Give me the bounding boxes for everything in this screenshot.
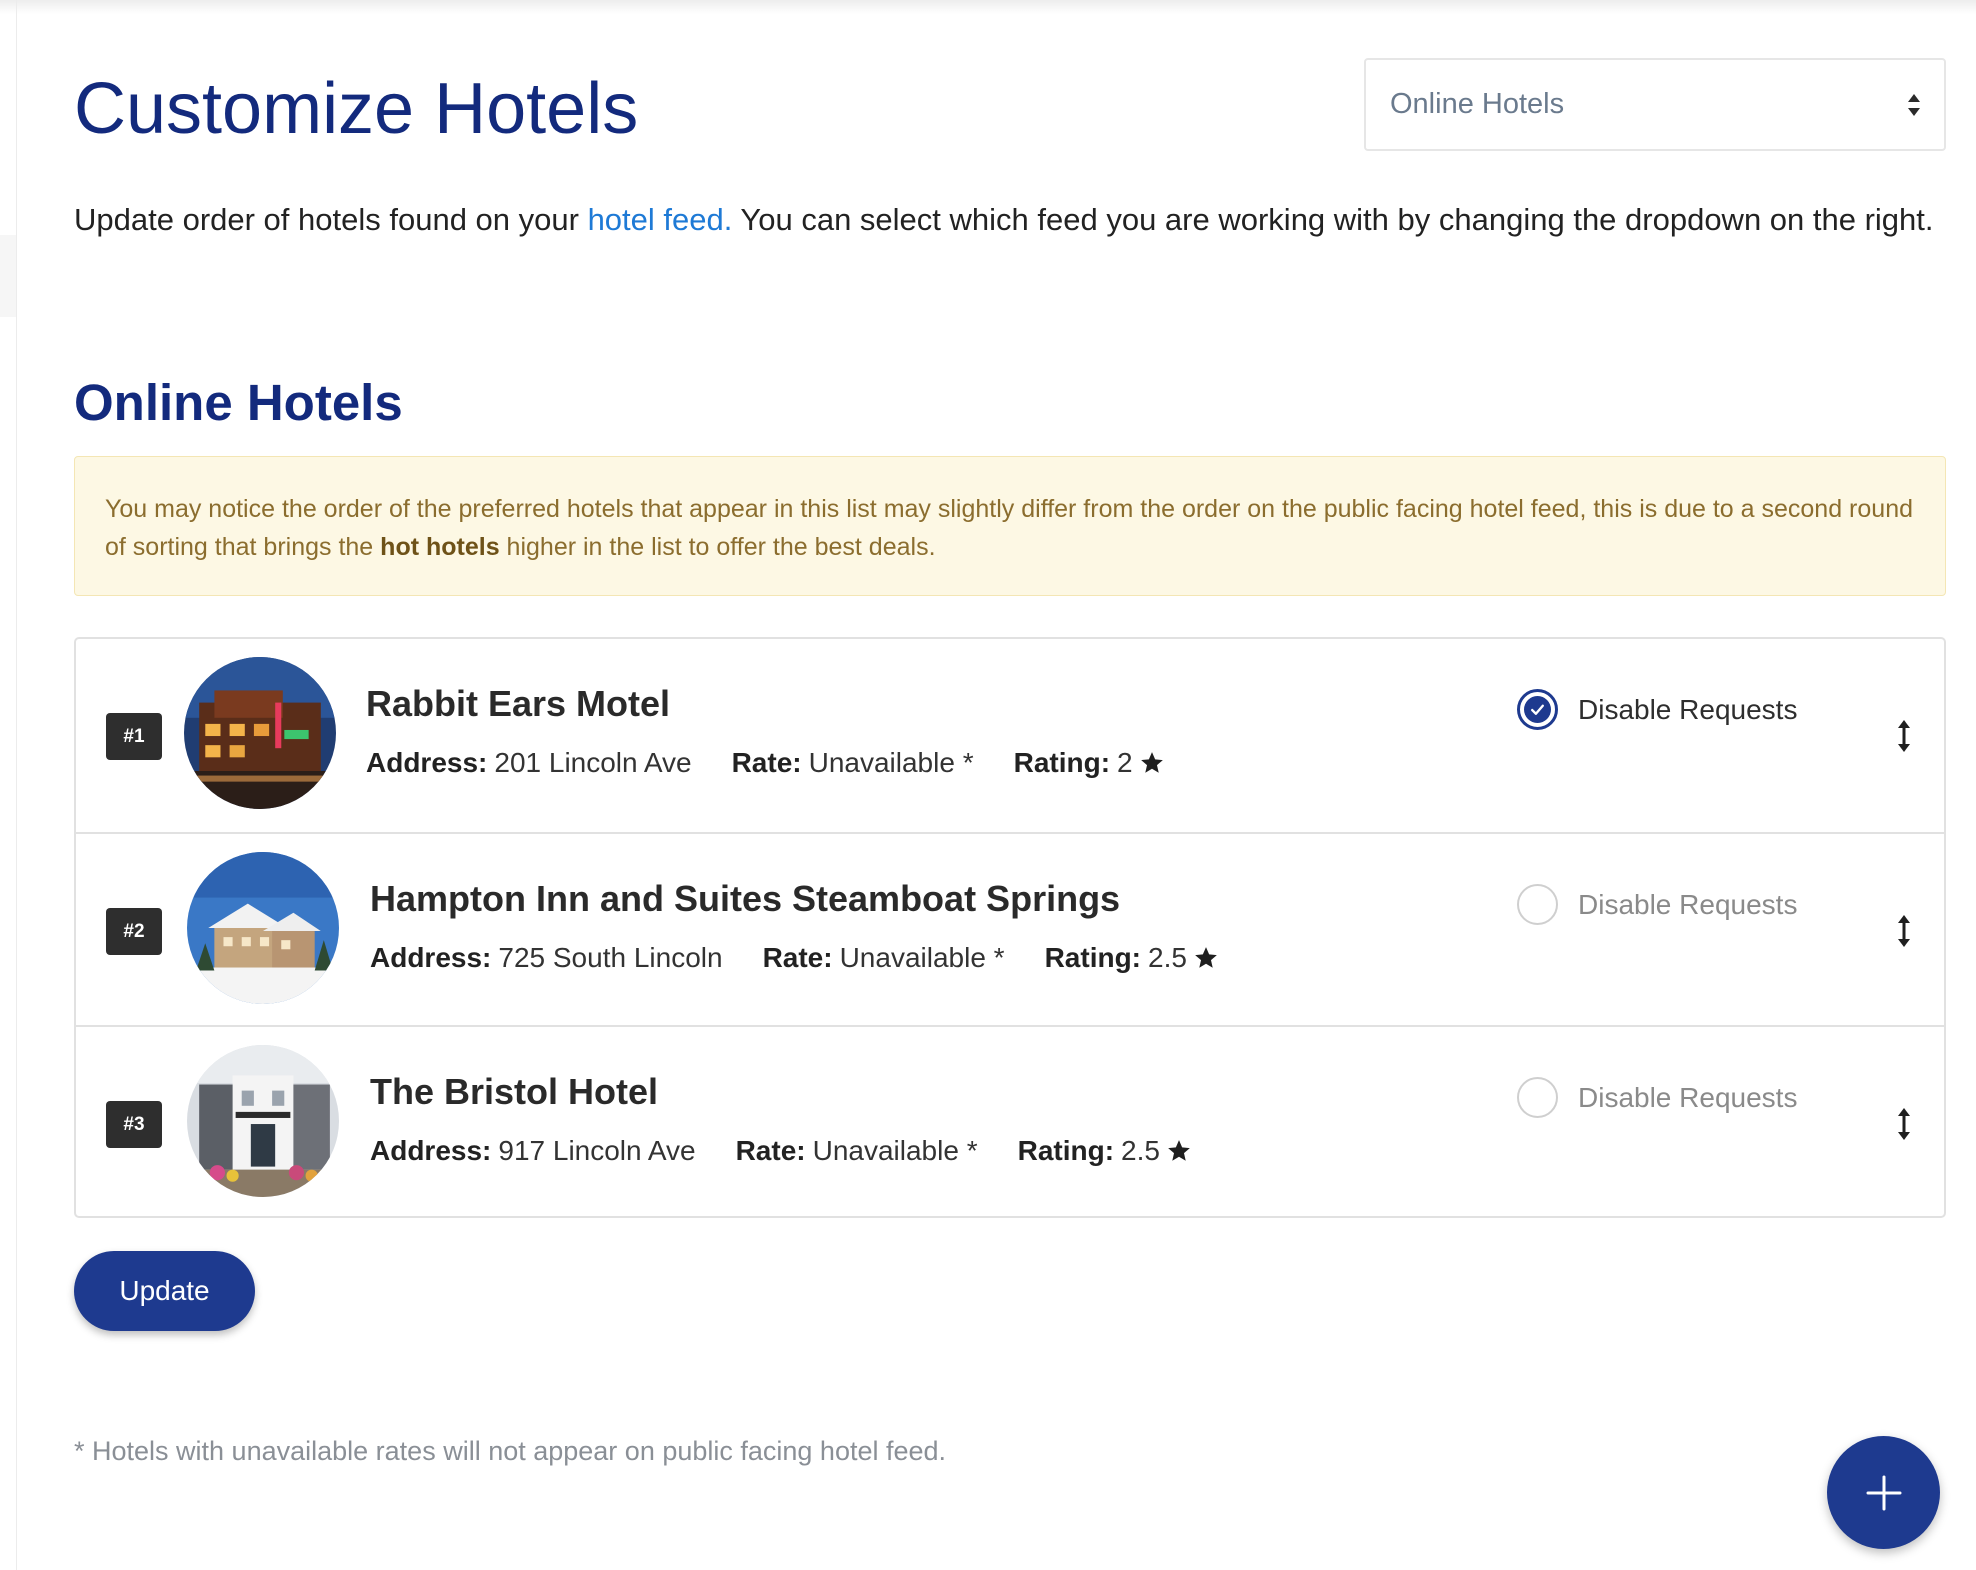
add-hotel-button[interactable] — [1827, 1436, 1940, 1549]
disable-requests-label: Disable Requests — [1578, 1081, 1798, 1113]
intro-text-end: You can select which feed you are workin… — [732, 202, 1934, 237]
disable-requests-radio[interactable] — [1517, 884, 1558, 925]
notice-bold: hot hotels — [380, 533, 500, 561]
address-field: Address: 917 Lincoln Ave — [370, 1135, 696, 1167]
top-shadow — [0, 0, 1976, 14]
address-value: 201 Lincoln Ave — [494, 747, 692, 778]
rating-value: 2.5 — [1121, 1135, 1160, 1166]
disable-requests-toggle[interactable]: Disable Requests — [1517, 884, 1797, 925]
intro-text-start: Update order of hotels found on your — [74, 202, 588, 237]
rating-value: 2.5 — [1148, 942, 1187, 973]
disable-requests-label: Disable Requests — [1578, 888, 1798, 920]
hotel-row: #1 Rabbit Ears Motel Address: 201 Lincoln… — [76, 639, 1944, 832]
rating-field: Rating: 2 — [1014, 747, 1165, 779]
address-label: Address: — [366, 747, 488, 778]
left-rail-tab[interactable] — [0, 235, 16, 317]
rate-value: Unavailable * — [812, 1135, 978, 1166]
address-field: Address: 201 Lincoln Ave — [366, 747, 692, 779]
rate-field: Rate: Unavailable * — [736, 1135, 978, 1167]
snowy-lodge-photo — [187, 852, 339, 1004]
hotel-name: Rabbit Ears Motel — [366, 683, 671, 724]
rating-field: Rating: 2.5 — [1045, 942, 1219, 974]
hotel-name: The Bristol Hotel — [370, 1071, 659, 1112]
rating-field: Rating: 2.5 — [1018, 1135, 1192, 1167]
section-title: Online Hotels — [74, 374, 403, 431]
disable-requests-toggle[interactable]: Disable Requests — [1517, 1077, 1797, 1118]
checkmark-icon — [1524, 696, 1551, 723]
star-icon — [1140, 752, 1163, 773]
disable-requests-radio[interactable] — [1517, 1077, 1558, 1118]
hotel-list: #1 Rabbit Ears Motel Address: 201 Lincoln… — [74, 637, 1946, 1218]
hotel-meta: Address: 725 South Lincoln Rate: Unavailab… — [370, 942, 1259, 974]
rating-label: Rating: — [1017, 1135, 1115, 1166]
rating-value: 2 — [1117, 747, 1133, 778]
hotel-meta: Address: 201 Lincoln Ave Rate: Unavailable… — [366, 747, 1205, 779]
feed-select[interactable]: Online Hotels — [1364, 58, 1946, 151]
rank-badge: #3 — [106, 1101, 162, 1148]
motel-night-photo — [184, 657, 336, 809]
rating-label: Rating: — [1044, 942, 1142, 973]
address-value: 917 Lincoln Ave — [498, 1135, 696, 1166]
rate-value: Unavailable * — [839, 942, 1005, 973]
star-icon — [1195, 947, 1217, 968]
rank-badge: #2 — [106, 908, 162, 955]
star-icon — [1168, 1140, 1190, 1161]
intro-text: Update order of hotels found on your hot… — [74, 192, 1954, 247]
rate-value: Unavailable * — [808, 747, 974, 778]
disable-requests-radio[interactable] — [1517, 689, 1558, 730]
disable-requests-toggle[interactable]: Disable Requests — [1517, 689, 1797, 730]
plus-icon — [1866, 1475, 1901, 1510]
hotel-row: #3 The Bristol Hotel Address: 917 Lincol… — [76, 1025, 1944, 1216]
address-label: Address: — [370, 1135, 492, 1166]
hotel-feed-link[interactable]: hotel feed. — [588, 202, 733, 237]
address-value: 725 South Lincoln — [498, 942, 723, 973]
notice-text-end: higher in the list to offer the best dea… — [499, 533, 936, 561]
sort-arrows-icon — [1908, 94, 1920, 116]
notice-text-start: You may notice the order of the preferre… — [105, 495, 1913, 561]
rate-field: Rate: Unavailable * — [732, 747, 974, 779]
drag-handle-icon[interactable] — [1896, 914, 1912, 948]
rate-label: Rate: — [762, 942, 833, 973]
address-label: Address: — [370, 942, 492, 973]
rate-field: Rate: Unavailable * — [763, 942, 1005, 974]
update-button[interactable]: Update — [74, 1251, 255, 1331]
rate-label: Rate: — [731, 747, 802, 778]
hotel-name: Hampton Inn and Suites Steamboat Springs — [370, 878, 1121, 919]
disable-requests-label: Disable Requests — [1578, 693, 1798, 725]
drag-handle-icon[interactable] — [1896, 719, 1912, 753]
footnote: * Hotels with unavailable rates will not… — [74, 1436, 947, 1466]
drag-handle-icon[interactable] — [1896, 1107, 1912, 1141]
rate-label: Rate: — [735, 1135, 806, 1166]
hotel-row: #2 Hampton Inn and Suites Steamboat Spri… — [76, 832, 1944, 1025]
hotel-meta: Address: 917 Lincoln Ave Rate: Unavailable… — [370, 1135, 1232, 1167]
page-title: Customize Hotels — [74, 69, 639, 149]
rank-badge: #1 — [106, 713, 162, 760]
sorting-notice: You may notice the order of the preferre… — [74, 456, 1946, 596]
rating-label: Rating: — [1013, 747, 1111, 778]
address-field: Address: 725 South Lincoln — [370, 942, 723, 974]
hotel-entrance-photo — [187, 1045, 339, 1197]
feed-select-value: Online Hotels — [1390, 88, 1565, 120]
